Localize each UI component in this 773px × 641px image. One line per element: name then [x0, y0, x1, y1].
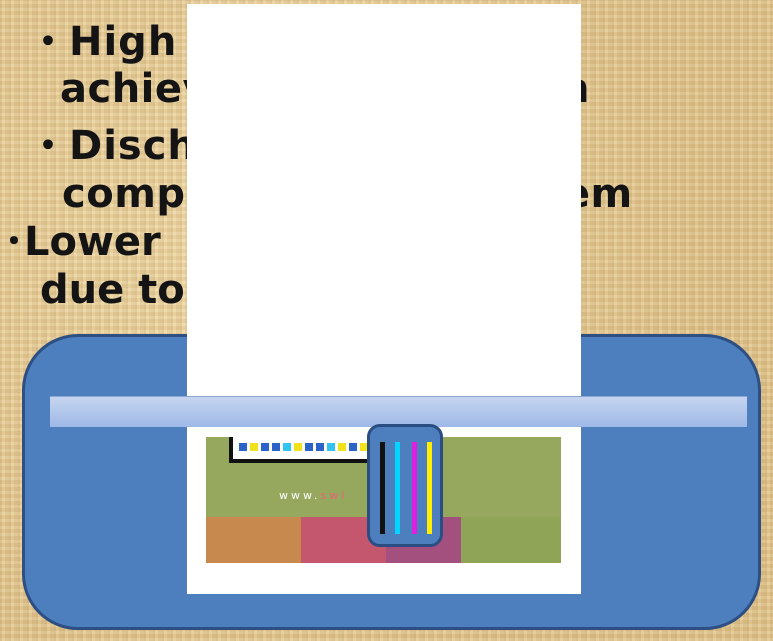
- sample-color-chart: [229, 437, 374, 463]
- sample-block-olive: [461, 517, 561, 563]
- sample-url-accent: swi: [320, 489, 348, 502]
- ink-cartridge-magenta: [412, 442, 417, 534]
- print-head-rail: [50, 396, 747, 427]
- color-swatch-blue: [316, 443, 324, 451]
- bullet-line-6: due to: [40, 267, 185, 313]
- sample-url-prefix: www.: [279, 489, 321, 502]
- color-swatch-row: [239, 443, 368, 451]
- color-swatch-cyan: [327, 443, 335, 451]
- color-swatch-cyan: [283, 443, 291, 451]
- print-head: [367, 424, 443, 547]
- color-swatch-yellow: [294, 443, 302, 451]
- color-swatch-blue: [349, 443, 357, 451]
- color-swatch-blue: [239, 443, 247, 451]
- color-swatch-yellow: [250, 443, 258, 451]
- sample-url-text: www.swi: [279, 489, 347, 502]
- color-swatch-blue: [272, 443, 280, 451]
- ink-cartridge-yellow: [427, 442, 432, 534]
- color-swatch-blue: [305, 443, 313, 451]
- ink-cartridge-black: [380, 442, 385, 534]
- ink-cartridge-cyan: [395, 442, 400, 534]
- color-swatch-blue: [261, 443, 269, 451]
- sample-block-orange: [206, 517, 301, 563]
- color-swatch-yellow: [338, 443, 346, 451]
